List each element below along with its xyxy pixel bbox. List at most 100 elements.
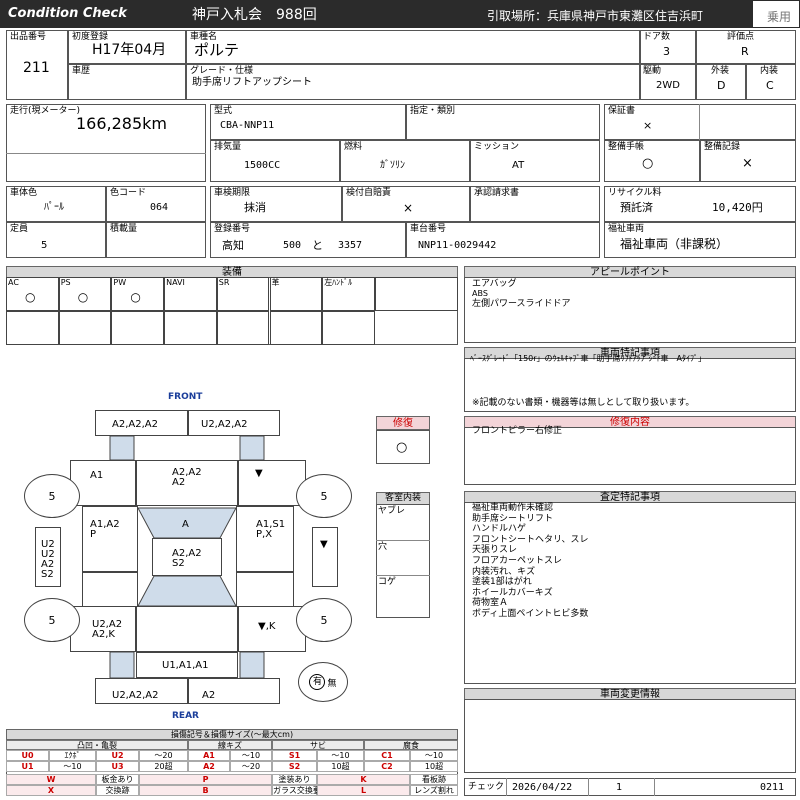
designation-label: 指定・類別 bbox=[410, 106, 456, 116]
plate-kana: と bbox=[312, 239, 323, 252]
load-label: 積載量 bbox=[110, 224, 138, 234]
recycle-status: 預託済 bbox=[620, 201, 653, 214]
model-label: 型式 bbox=[214, 106, 233, 116]
equipment-cell-lower-3 bbox=[164, 311, 217, 345]
plate-region: 高知 bbox=[222, 239, 244, 252]
maint-book-label: 整備手帳 bbox=[608, 142, 645, 152]
fender-front-right-text: ▼ bbox=[255, 468, 263, 479]
warranty-value: × bbox=[643, 119, 653, 132]
insurance-label: 検付自賠責 bbox=[346, 188, 392, 198]
maint-record-label: 整備記録 bbox=[704, 142, 741, 152]
car-name-value: ポルテ bbox=[194, 41, 240, 59]
footer-check-label: チェック bbox=[468, 782, 505, 792]
door-rear-right-text: ▼,K bbox=[258, 621, 276, 632]
drive-label: 駆動 bbox=[643, 66, 662, 76]
doors-label: ドア数 bbox=[643, 32, 671, 42]
lot-no-label: 出品番号 bbox=[10, 32, 47, 42]
equipment-header-1: PS bbox=[60, 278, 71, 287]
trunk bbox=[136, 606, 238, 652]
recycle-label: リサイクル料 bbox=[608, 188, 662, 198]
appeal-line-1: エアバッグ bbox=[472, 279, 517, 289]
color-code-value: 064 bbox=[150, 202, 169, 213]
legend-title: 損傷記号＆損傷サイズ(～最大cm) bbox=[6, 729, 458, 740]
grade-label: グレード・仕様 bbox=[190, 66, 254, 76]
side-right-text: ▼ bbox=[320, 539, 328, 550]
front-bumper-right-text: U2,A2,A2 bbox=[201, 419, 248, 430]
door-rear-left-text: U2,A2 A2,K bbox=[92, 619, 123, 640]
drive-value: 2WD bbox=[656, 80, 680, 91]
mileage-divider bbox=[6, 153, 206, 154]
legend-group-0: 凸凹・亀裂 bbox=[6, 740, 188, 750]
doors-value: 3 bbox=[663, 45, 670, 58]
side-left-text: U2 U2 A2 S2 bbox=[41, 539, 55, 580]
equipment-cell-lower-5 bbox=[269, 311, 323, 345]
interior-panel-box bbox=[376, 504, 430, 618]
legend-r2-code-3: S2 bbox=[272, 761, 317, 772]
footer-code: 0211 bbox=[760, 782, 785, 793]
warranty-divider bbox=[699, 104, 700, 140]
approval-label: 承認請求書 bbox=[474, 188, 520, 198]
recycle-amount: 10,420円 bbox=[712, 201, 763, 214]
inspection-note-6: 内装汚れ、キズ bbox=[472, 566, 536, 577]
history-label: 車歴 bbox=[72, 66, 91, 76]
header-title-en: Condition Check bbox=[8, 6, 127, 21]
equipment-header-4: SR bbox=[218, 278, 230, 287]
equipment-cell-lower-4 bbox=[216, 311, 270, 345]
inspection-note-8: ホイールカバーキズ bbox=[472, 587, 553, 598]
chassis-label: 車台番号 bbox=[410, 224, 447, 234]
interior-label: 内装 bbox=[760, 66, 779, 76]
rear-bumper-right-text: A2 bbox=[202, 690, 216, 701]
fuel-label: 燃料 bbox=[344, 142, 363, 152]
inspection-note-5: フロアカーペットスレ bbox=[472, 556, 563, 566]
repair-content-text: フロントピラー右修正 bbox=[472, 426, 563, 436]
welfare-label: 福祉車両 bbox=[608, 224, 645, 234]
door-rear-right bbox=[236, 572, 294, 608]
legend-r2-value-2: ～20 bbox=[230, 761, 272, 772]
legend-r4-value-2: レンズ割れ bbox=[410, 785, 458, 796]
mileage-value: 166,285km bbox=[76, 114, 168, 133]
legend-r2-code-4: C2 bbox=[364, 761, 410, 772]
inspection-note-3: フロントシートヘタリ、スレ bbox=[472, 534, 589, 545]
first-reg-value: H17年04月 bbox=[92, 42, 167, 58]
footer-div-1 bbox=[506, 778, 507, 796]
interior-divider-1 bbox=[376, 540, 430, 541]
equipment-cell-lower-2 bbox=[111, 311, 165, 345]
hood-text: A2,A2 A2 bbox=[172, 467, 202, 488]
inspection-note-9: 荷物室Ａ bbox=[472, 598, 509, 609]
plate-class: 500 bbox=[283, 240, 302, 251]
legend-r2-value-0: ～10 bbox=[49, 761, 96, 772]
inspection-note-1: 助手席シートリフト bbox=[472, 513, 554, 524]
legend-group-2: サビ bbox=[272, 740, 364, 750]
change-info-box bbox=[464, 699, 796, 773]
equipment-value-1: ○ bbox=[77, 290, 89, 304]
warranty-label: 保証書 bbox=[608, 106, 636, 116]
door-front-right-text: A1,S1 P,X bbox=[256, 519, 286, 540]
transmission-value: AT bbox=[512, 160, 525, 171]
equipment-value-0: ○ bbox=[25, 290, 36, 304]
footer-date: 2026/04/22 bbox=[512, 782, 573, 793]
welfare-value: 福祉車両（非課税） bbox=[620, 237, 729, 251]
tire-front-right-text: 5 bbox=[320, 489, 328, 503]
grade-value: 助手席リフトアップシート bbox=[192, 77, 312, 88]
legend-r2-code-1: U3 bbox=[96, 761, 139, 772]
equipment-header-6: 左ﾊﾝﾄﾞﾙ bbox=[324, 278, 353, 287]
legend-r4-value-0: 交換跡 bbox=[96, 785, 139, 796]
equipment-header-3: NAVI bbox=[166, 278, 185, 287]
model-value: CBA-NNP11 bbox=[220, 120, 275, 131]
exterior-value: D bbox=[717, 79, 726, 92]
equipment-cell-lower-0 bbox=[6, 311, 59, 345]
legend-r1-code-0: U0 bbox=[6, 750, 49, 761]
legend-r1-code-4: C1 bbox=[364, 750, 410, 761]
tire-rear-left: 5 bbox=[24, 598, 80, 642]
tire-front-left-text: 5 bbox=[48, 489, 56, 503]
grade-score-label: 評価点 bbox=[727, 32, 755, 42]
legend-r3-code-2: K bbox=[317, 774, 410, 785]
legend-r2-code-0: U1 bbox=[6, 761, 49, 772]
capacity-value: 5 bbox=[41, 240, 48, 251]
repair-title: 修復 bbox=[376, 416, 430, 430]
legend-r1-value-0: ｴｸﾎﾞ bbox=[49, 750, 96, 761]
front-bumper-left-text: A2,A2,A2 bbox=[112, 419, 158, 430]
mileage-label: 走行(現メーター) bbox=[10, 106, 81, 116]
special-note: ※記載のない書類・機器等は無しとして取り扱います。 bbox=[472, 398, 695, 408]
rear-panel-text: U1,A1,A1 bbox=[162, 660, 209, 671]
